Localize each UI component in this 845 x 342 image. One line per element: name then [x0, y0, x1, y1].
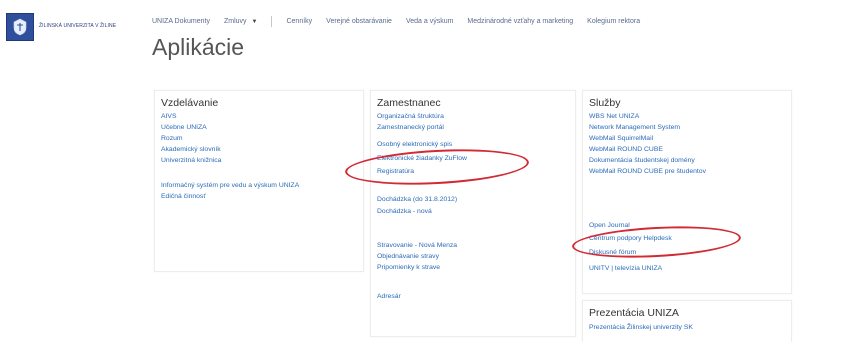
link-elektronicke-ziadanky-zuflow[interactable]: Elektronické žiadanky ZuFlow	[377, 155, 467, 162]
link-adresar[interactable]: Adresár	[377, 293, 401, 300]
link-webmail-squirrelmail[interactable]: WebMail SquirrelMail	[589, 135, 653, 142]
link-unitv[interactable]: UNITV | televízia UNIZA	[589, 265, 662, 272]
crest-icon	[6, 13, 34, 41]
section-sluzby: Služby WBS Net UNIZA Network Management …	[582, 90, 792, 294]
link-webmail-round-cube[interactable]: WebMail ROUND CUBE	[589, 146, 663, 153]
section-prezentacia: Prezentácia UNIZA Prezentácia Žilinskej …	[582, 300, 792, 342]
link-diskusne-forum[interactable]: Diskusné fórum	[589, 249, 636, 256]
logo-text: ŽILINSKÁ UNIVERZITA V ŽILINE	[39, 23, 117, 30]
link-objednavanie-stravy[interactable]: Objednávanie stravy	[377, 253, 439, 260]
link-prezentacia-sk[interactable]: Prezentácia Žilinskej univerzity SK	[589, 324, 693, 331]
link-open-journal[interactable]: Open Journal	[589, 222, 630, 229]
nav-verejne-obstaravanie[interactable]: Verejné obstarávanie	[326, 18, 392, 25]
link-aivs[interactable]: AIVS	[161, 113, 177, 120]
link-informacny-system-veda[interactable]: Informačný systém pre vedu a výskum UNIZ…	[161, 182, 299, 189]
section-title: Služby	[589, 97, 621, 109]
link-univerzitna-kniznica[interactable]: Univerzitná knižnica	[161, 157, 221, 164]
link-network-management-system[interactable]: Network Management System	[589, 124, 680, 131]
link-wbs-net-uniza[interactable]: WBS Net UNIZA	[589, 113, 639, 120]
nav-divider	[271, 15, 273, 27]
nav-cenniky[interactable]: Cenníky	[286, 18, 312, 25]
link-webmail-round-cube-studenti[interactable]: WebMail ROUND CUBE pre študentov	[589, 168, 706, 175]
link-stravovanie-nova-menza[interactable]: Stravovanie - Nová Menza	[377, 242, 457, 249]
chevron-down-icon: ▼	[251, 18, 258, 25]
section-zamestnanec: Zamestnanec Organizačná štruktúra Zamest…	[370, 90, 576, 337]
nav-veda-a-vyskum[interactable]: Veda a výskum	[406, 18, 453, 25]
nav-kolegium-rektora[interactable]: Kolegium rektora	[587, 18, 640, 25]
link-centrum-podpory-helpdesk[interactable]: Centrum podpory Helpdesk	[589, 235, 672, 242]
university-logo[interactable]: ŽILINSKÁ UNIVERZITA V ŽILINE	[6, 12, 135, 42]
section-vzdelavanie: Vzdelávanie AIVS Učebne UNIZA Rozum Akad…	[154, 90, 364, 272]
link-dochadzka-stara[interactable]: Dochádzka (do 31.8.2012)	[377, 196, 457, 203]
page-title: Aplikácie	[152, 34, 245, 60]
nav-zmluvy[interactable]: Zmluvy ▼	[224, 18, 258, 25]
link-registratura[interactable]: Registratúra	[377, 168, 414, 175]
link-osobny-spis[interactable]: Osobný elektronický spis	[377, 141, 452, 148]
link-organizacna-struktura[interactable]: Organizačná štruktúra	[377, 113, 444, 120]
link-ucebne-uniza[interactable]: Učebne UNIZA	[161, 124, 207, 131]
link-dokumentacia-studentskej-domeny[interactable]: Dokumentácia študentskej domény	[589, 157, 695, 164]
section-title: Prezentácia UNIZA	[589, 307, 679, 319]
link-pripomienky-k-strave[interactable]: Pripomienky k strave	[377, 264, 440, 271]
section-title: Zamestnanec	[377, 97, 441, 109]
link-zamestnanecky-portal[interactable]: Zamestnanecký portál	[377, 124, 444, 131]
link-edicna-cinnost[interactable]: Edičná činnosť	[161, 193, 206, 200]
top-navigation: UNIZA Dokumenty Zmluvy ▼ Cenníky Verejné …	[152, 13, 845, 29]
link-rozum[interactable]: Rozum	[161, 135, 183, 142]
link-akademicky-slovnik[interactable]: Akademický slovník	[161, 146, 221, 153]
link-dochadzka-nova[interactable]: Dochádzka - nová	[377, 208, 432, 215]
nav-uniza-dokumenty[interactable]: UNIZA Dokumenty	[152, 18, 210, 25]
nav-medzinarodne-vztahy[interactable]: Medzinárodné vzťahy a marketing	[467, 18, 573, 25]
nav-zmluvy-label: Zmluvy	[223, 17, 247, 25]
section-title: Vzdelávanie	[161, 97, 219, 109]
